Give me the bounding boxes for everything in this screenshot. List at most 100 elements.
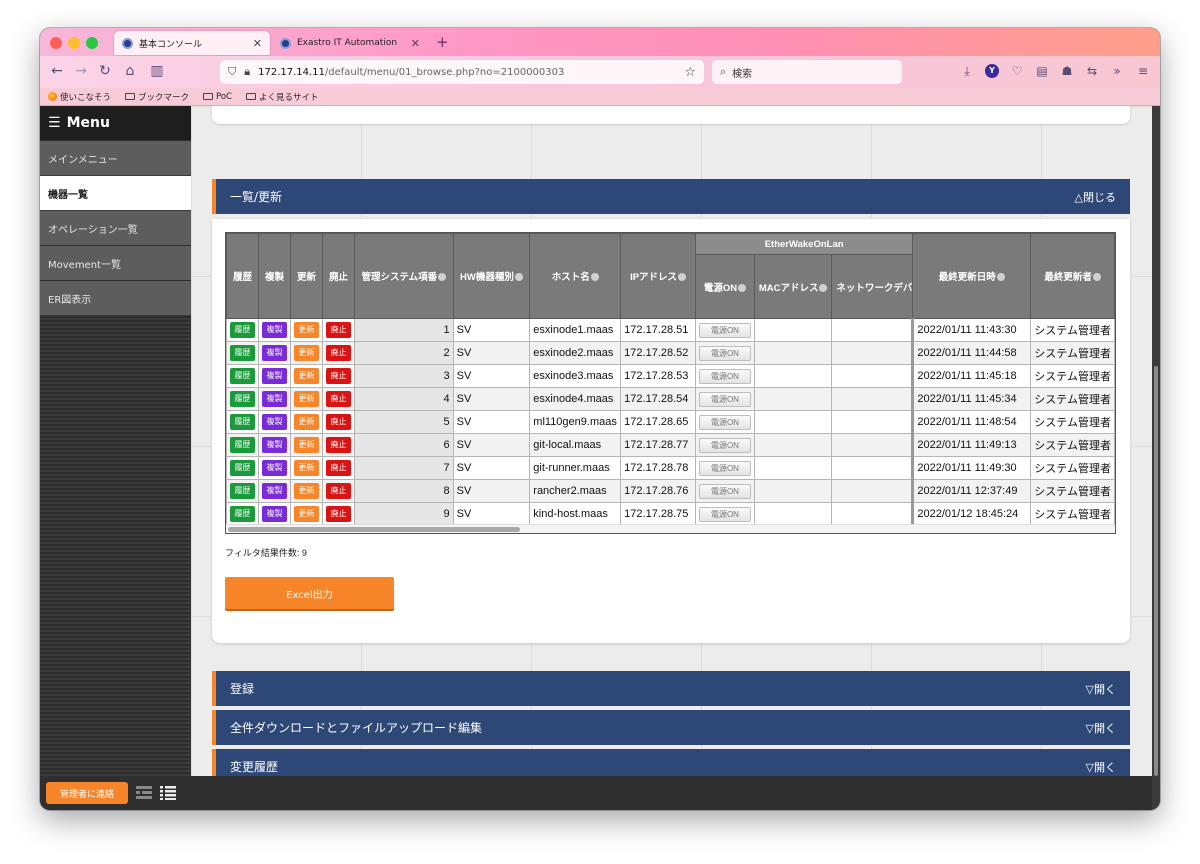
pocket-icon[interactable]: ♡ (1010, 64, 1024, 78)
duplicate-button[interactable]: 複製 (262, 437, 287, 453)
sidebar-item-operation-list[interactable]: オペレーション一覧 (40, 211, 191, 245)
history-button[interactable]: 履歴 (230, 414, 255, 430)
update-button[interactable]: 更新 (294, 437, 319, 453)
lock-icon[interactable]: 🔒︎ (244, 65, 250, 79)
duplicate-button[interactable]: 複製 (262, 460, 287, 476)
yahoo-extension-icon[interactable]: Y (985, 64, 999, 78)
column-header-power[interactable]: 電源ON (694, 254, 755, 319)
sidebar-item-movement-list[interactable]: Movement一覧 (40, 246, 191, 280)
update-button[interactable]: 更新 (294, 483, 319, 499)
discard-button[interactable]: 廃止 (326, 506, 351, 522)
vertical-scrollbar[interactable] (1152, 106, 1160, 810)
discard-button[interactable]: 廃止 (326, 322, 351, 338)
power-on-button[interactable]: 電源ON (698, 392, 751, 407)
column-header-updated-by[interactable]: 最終更新者 (1030, 233, 1115, 319)
power-on-button[interactable]: 電源ON (698, 323, 751, 338)
sort-icon[interactable] (738, 283, 747, 292)
search-input[interactable]: ⌕ 検索 (712, 60, 902, 84)
sort-icon[interactable] (438, 273, 447, 281)
sort-icon[interactable] (678, 273, 687, 281)
sort-icon[interactable] (590, 273, 599, 281)
back-icon[interactable]: ← (48, 63, 66, 79)
section-header-list[interactable]: 一覧/更新 △閉じる (212, 179, 1130, 214)
collapse-toggle[interactable]: △閉じる (1075, 189, 1116, 205)
discard-button[interactable]: 廃止 (326, 437, 351, 453)
tab-close-icon[interactable]: ✕ (411, 37, 420, 50)
expand-toggle[interactable]: ▽開く (1086, 720, 1116, 736)
bookmark-folder-frequent[interactable]: よく見るサイト (246, 91, 319, 103)
power-on-button[interactable]: 電源ON (698, 484, 751, 499)
bookmark-folder-poc[interactable]: PoC (203, 92, 232, 102)
tab-exastro[interactable]: Exastro IT Automation ✕ (272, 31, 428, 55)
discard-button[interactable]: 廃止 (326, 483, 351, 499)
download-icon[interactable]: ⤓ (960, 64, 974, 78)
column-header-hw-type[interactable]: HW機器種別 (452, 233, 531, 319)
duplicate-button[interactable]: 複製 (262, 345, 287, 361)
power-on-button[interactable]: 電源ON (698, 461, 751, 476)
duplicate-button[interactable]: 複製 (262, 322, 287, 338)
history-button[interactable]: 履歴 (230, 322, 255, 338)
update-button[interactable]: 更新 (294, 460, 319, 476)
discard-button[interactable]: 廃止 (326, 460, 351, 476)
menu-header[interactable]: ☰ Menu (40, 106, 191, 140)
power-on-button[interactable]: 電源ON (698, 346, 751, 361)
translate-icon[interactable]: ⇆ (1085, 64, 1099, 78)
contact-admin-button[interactable]: 管理者に連絡 (46, 782, 128, 804)
vertical-scroll-thumb[interactable] (1154, 366, 1158, 776)
horizontal-scroll-thumb[interactable] (228, 527, 520, 532)
overflow-icon[interactable]: » (1110, 64, 1124, 78)
history-button[interactable]: 履歴 (230, 437, 255, 453)
close-window-button[interactable] (50, 37, 62, 49)
new-tab-icon[interactable]: + (436, 33, 449, 51)
update-button[interactable]: 更新 (294, 345, 319, 361)
tab-close-icon[interactable]: ✕ (253, 37, 262, 50)
menu-view-list-icon[interactable] (160, 786, 176, 800)
update-button[interactable]: 更新 (294, 506, 319, 522)
expand-toggle[interactable]: ▽開く (1086, 681, 1116, 697)
sidebar-item-main-menu[interactable]: メインメニュー (40, 141, 191, 175)
menu-view-compact-icon[interactable] (136, 786, 152, 800)
update-button[interactable]: 更新 (294, 414, 319, 430)
power-on-button[interactable]: 電源ON (698, 438, 751, 453)
bookmark-getting-started[interactable]: 使いこなそう (48, 91, 111, 103)
hamburger-menu-icon[interactable]: ≡ (1136, 64, 1150, 78)
history-button[interactable]: 履歴 (230, 345, 255, 361)
power-on-button[interactable]: 電源ON (698, 415, 751, 430)
update-button[interactable]: 更新 (294, 368, 319, 384)
bookmark-star-icon[interactable]: ☆ (684, 65, 696, 80)
bookmark-folder-bookmarks[interactable]: ブックマーク (125, 91, 189, 103)
duplicate-button[interactable]: 複製 (262, 391, 287, 407)
power-on-button[interactable]: 電源ON (698, 369, 751, 384)
sidebar-item-er-diagram[interactable]: ER図表示 (40, 281, 191, 315)
column-header-host[interactable]: ホスト名 (529, 233, 622, 319)
history-button[interactable]: 履歴 (230, 460, 255, 476)
history-button[interactable]: 履歴 (230, 483, 255, 499)
tab-basic-console[interactable]: 基本コンソール ✕ (114, 31, 270, 55)
history-button[interactable]: 履歴 (230, 368, 255, 384)
expand-toggle[interactable]: ▽開く (1086, 759, 1116, 775)
reload-icon[interactable]: ↻ (96, 63, 114, 79)
reader-icon[interactable]: ▤ (1035, 64, 1049, 78)
column-header-updated-at[interactable]: 最終更新日時 (912, 233, 1032, 319)
excel-export-button[interactable]: Excel出力 (225, 577, 394, 609)
shield-icon[interactable]: ⛉ (228, 65, 236, 79)
discard-button[interactable]: 廃止 (326, 368, 351, 384)
section-header-register[interactable]: 登録 ▽開く (212, 671, 1130, 706)
extension-icon[interactable]: ☗ (1060, 64, 1074, 78)
sort-icon[interactable] (996, 273, 1005, 281)
forward-icon[interactable]: → (72, 63, 90, 79)
column-header-netdev[interactable]: ネットワークデバ (831, 254, 914, 319)
sidebar-item-device-list[interactable]: 機器一覧 (40, 176, 191, 210)
horizontal-scrollbar[interactable] (226, 524, 1115, 533)
url-bar[interactable]: ⛉ 🔒︎ 172.17.14.11/default/menu/01_browse… (220, 60, 704, 84)
column-header-ip[interactable]: IPアドレス (620, 233, 696, 319)
duplicate-button[interactable]: 複製 (262, 506, 287, 522)
duplicate-button[interactable]: 複製 (262, 368, 287, 384)
section-header-download-upload[interactable]: 全件ダウンロードとファイルアップロード編集 ▽開く (212, 710, 1130, 745)
sort-icon[interactable] (514, 273, 523, 281)
discard-button[interactable]: 廃止 (326, 414, 351, 430)
duplicate-button[interactable]: 複製 (262, 483, 287, 499)
discard-button[interactable]: 廃止 (326, 391, 351, 407)
column-header-item-no[interactable]: 管理システム項番 (354, 233, 454, 319)
history-button[interactable]: 履歴 (230, 391, 255, 407)
